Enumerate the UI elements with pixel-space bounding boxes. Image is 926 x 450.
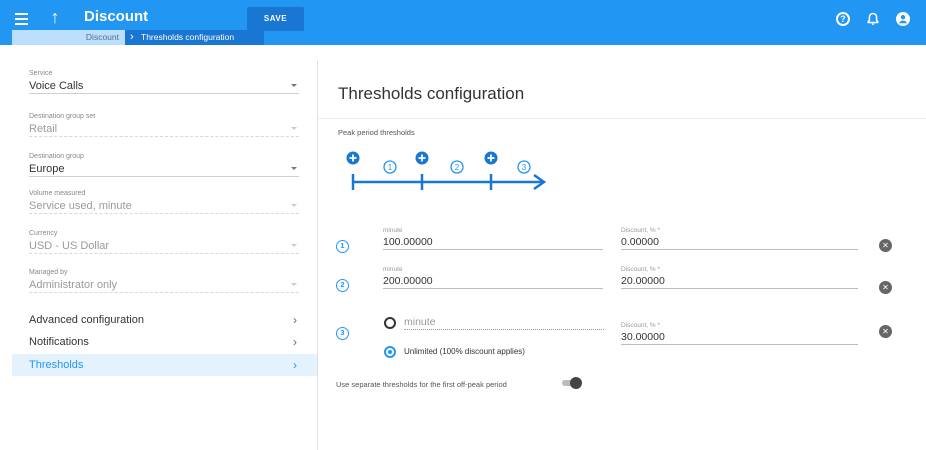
breadcrumb-current-label: Thresholds configuration [141, 32, 235, 42]
volume-value: 100.00000 [383, 236, 433, 248]
add-threshold-icon[interactable] [415, 151, 429, 165]
unlimited-radio[interactable] [384, 346, 396, 358]
add-threshold-icon[interactable] [346, 151, 360, 165]
threshold-row: 1 minute 100.00000 Discount, % * 0.00000… [332, 226, 892, 266]
separate-thresholds-toggle[interactable] [560, 377, 582, 389]
sidebar-item-label: Advanced configuration [29, 314, 144, 326]
volume-input[interactable]: minute 100.00000 [383, 226, 603, 250]
sidebar-item-label: Notifications [29, 336, 89, 348]
volume-input[interactable]: minute [404, 315, 604, 330]
dropdown-caret-icon [291, 127, 297, 130]
service-value: Voice Calls [29, 80, 84, 92]
interval-badge: 1 [383, 160, 397, 174]
bell-icon[interactable] [866, 12, 880, 26]
add-threshold-icon[interactable] [484, 151, 498, 165]
threshold-row: 2 minute 200.00000 Discount, % * 20.0000… [332, 263, 892, 303]
breadcrumb-current: › Thresholds configuration [125, 30, 264, 45]
discount-label: Discount, % * [621, 322, 661, 329]
destination-group-set-label: Destination group set [29, 113, 96, 120]
page-title: Discount [84, 8, 149, 25]
remove-threshold-icon[interactable]: ✕ [879, 281, 892, 294]
row-number-badge: 1 [336, 240, 349, 253]
svg-text:1: 1 [388, 163, 393, 172]
sidebar: Service Voice Calls Destination group se… [12, 60, 318, 450]
chevron-right-icon: › [130, 31, 134, 43]
currency-value: USD - US Dollar [29, 240, 110, 252]
chevron-right-icon: › [293, 358, 297, 372]
discount-value: 20.00000 [621, 275, 665, 287]
menu-icon[interactable] [12, 8, 34, 30]
breadcrumb: Discount › Thresholds configuration [12, 30, 264, 45]
managed-by-select: Managed by Administrator only [29, 268, 299, 293]
managed-by-value: Administrator only [29, 279, 118, 291]
destination-group-select[interactable]: Destination group Europe [29, 152, 299, 177]
toggle-knob [570, 377, 582, 389]
destination-group-set-select: Destination group set Retail [29, 112, 299, 137]
volume-input[interactable]: minute 200.00000 [383, 265, 603, 289]
volume-placeholder: minute [404, 316, 436, 328]
discount-value: 0.00000 [621, 236, 659, 248]
volume-measured-value: Service used, minute [29, 200, 132, 212]
breadcrumb-parent-link[interactable]: Discount [12, 30, 125, 45]
dropdown-caret-icon [291, 84, 297, 87]
save-button[interactable]: SAVE [247, 7, 304, 31]
discount-value: 30.00000 [621, 331, 665, 343]
discount-input[interactable]: Discount, % * 0.00000 [621, 226, 858, 250]
top-app-bar: ↑ Discount SAVE Discount › Thresholds co… [0, 0, 926, 45]
separate-thresholds-label: Use separate thresholds for the first of… [336, 380, 507, 389]
managed-by-label: Managed by [29, 269, 68, 276]
up-arrow-icon[interactable]: ↑ [44, 6, 66, 28]
discount-input[interactable]: Discount, % * 20.00000 [621, 265, 858, 289]
destination-group-value: Europe [29, 163, 65, 175]
dropdown-caret-icon [291, 283, 297, 286]
interval-badge: 2 [450, 160, 464, 174]
main-panel: Thresholds configuration Peak period thr… [318, 60, 926, 450]
sidebar-item-notifications[interactable]: Notifications › [12, 331, 317, 353]
sidebar-item-advanced-configuration[interactable]: Advanced configuration › [12, 309, 317, 331]
remove-threshold-icon[interactable]: ✕ [879, 325, 892, 338]
timeline-axis [351, 173, 547, 191]
row-number-badge: 3 [336, 327, 349, 340]
sidebar-item-label: Thresholds [29, 359, 84, 371]
unlimited-label: Unlimited (100% discount applies) [404, 347, 525, 356]
threshold-row: 3 minute Unlimited (100% discount applie… [332, 313, 892, 363]
account-icon[interactable] [896, 12, 910, 26]
dropdown-caret-icon [291, 167, 297, 170]
divider [318, 118, 926, 119]
svg-text:3: 3 [522, 163, 527, 172]
volume-measured-select: Volume measured Service used, minute [29, 189, 299, 214]
destination-group-label: Destination group [29, 153, 84, 160]
chevron-right-icon: › [293, 335, 297, 349]
discount-label: Discount, % * [621, 227, 661, 234]
discount-label: Discount, % * [621, 266, 661, 273]
sidebar-item-thresholds[interactable]: Thresholds › [12, 354, 317, 376]
chevron-right-icon: › [293, 313, 297, 327]
destination-group-set-value: Retail [29, 123, 58, 135]
row-number-badge: 2 [336, 279, 349, 292]
volume-value: 200.00000 [383, 275, 433, 287]
dropdown-caret-icon [291, 244, 297, 247]
volume-limit-radio[interactable] [384, 317, 396, 329]
volume-label: minute [383, 227, 403, 234]
service-label: Service [29, 70, 53, 77]
volume-label: minute [383, 266, 403, 273]
peak-period-label: Peak period thresholds [338, 128, 415, 137]
remove-threshold-icon[interactable]: ✕ [879, 239, 892, 252]
dropdown-caret-icon [291, 204, 297, 207]
service-select[interactable]: Service Voice Calls [29, 69, 299, 94]
svg-text:2: 2 [455, 163, 460, 172]
discount-input[interactable]: Discount, % * 30.00000 [621, 321, 858, 345]
interval-badge: 3 [517, 160, 531, 174]
section-title: Thresholds configuration [338, 84, 525, 103]
currency-label: Currency [29, 230, 58, 237]
help-icon[interactable]: ? [836, 12, 850, 26]
volume-measured-label: Volume measured [29, 190, 86, 197]
currency-select: Currency USD - US Dollar [29, 229, 299, 254]
thresholds-timeline: 1 2 3 [346, 148, 556, 198]
